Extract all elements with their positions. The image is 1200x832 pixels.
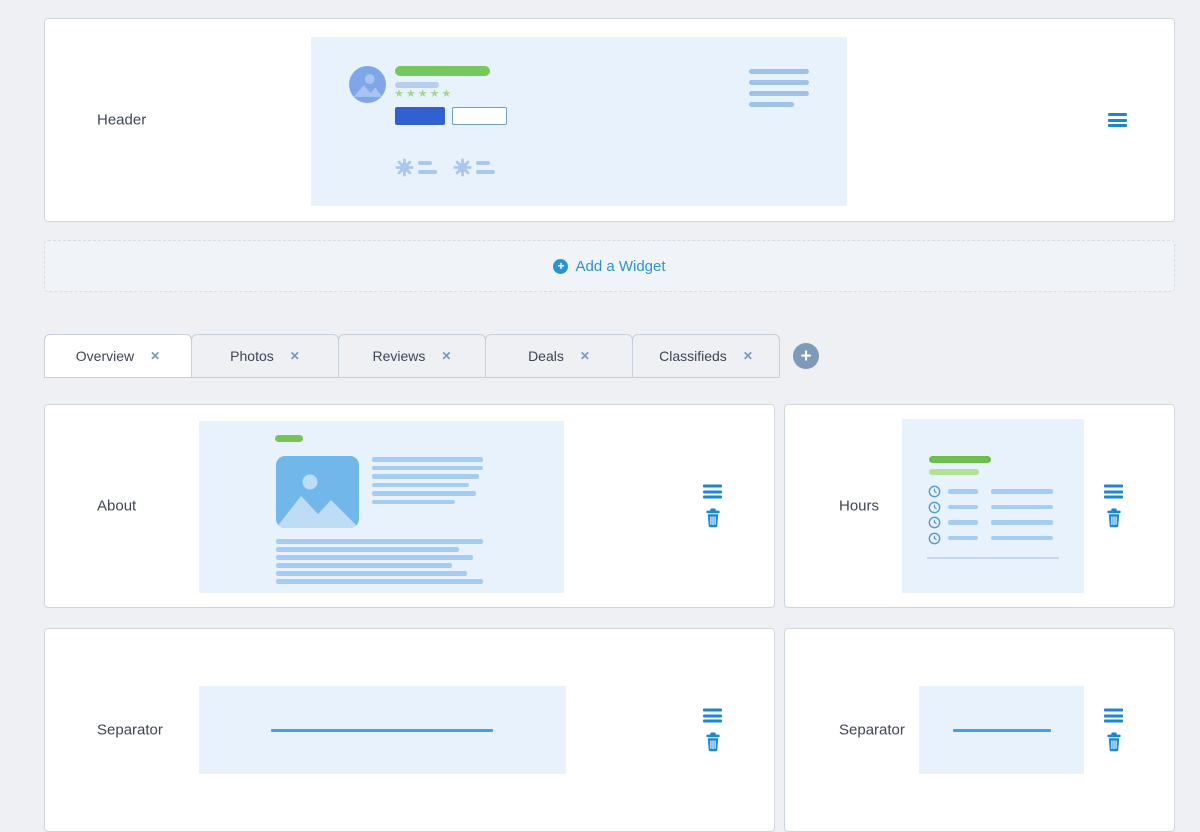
feature-item [395,158,437,177]
clock-icon [928,485,941,498]
tab-label: Reviews [373,348,426,364]
hours-row [928,516,1053,529]
close-icon[interactable]: ✕ [441,349,451,363]
image-placeholder-icon [276,456,359,528]
hours-widget-preview [902,419,1084,593]
hours-widget-card: Hours [784,404,1175,608]
tab-reviews[interactable]: Reviews ✕ [338,334,486,378]
card-actions [1108,113,1127,127]
header-widget-card: Header ★★★★★ [44,18,1175,222]
tab-label: Photos [230,348,274,364]
title-bar [929,456,991,463]
trash-icon[interactable] [1106,733,1122,752]
hamburger-icon[interactable] [1104,485,1123,499]
title-placeholder-bar [395,66,490,76]
plus-icon: + [800,347,811,366]
hamburger-icon[interactable] [703,709,722,723]
tab-overview[interactable]: Overview ✕ [44,334,192,378]
about-widget-card: About [44,404,775,608]
close-icon[interactable]: ✕ [580,349,590,363]
hours-row [928,532,1053,545]
tab-label: Overview [76,348,134,364]
separator-line [271,729,493,732]
add-widget-button[interactable]: + Add a Widget [44,240,1175,292]
feature-item [453,158,495,177]
close-icon[interactable]: ✕ [150,349,160,363]
tab-photos[interactable]: Photos ✕ [191,334,339,378]
tab-bar: Overview ✕ Photos ✕ Reviews ✕ Deals ✕ Cl… [44,334,819,378]
avatar [349,66,386,103]
close-icon[interactable]: ✕ [290,349,300,363]
add-widget-label: Add a Widget [575,258,665,275]
tab-label: Deals [528,348,564,364]
primary-button-placeholder [395,107,445,125]
text-lines-placeholder [749,69,809,107]
card-actions [1104,485,1123,528]
trash-icon[interactable] [1106,509,1122,528]
hamburger-icon[interactable] [1104,709,1123,723]
tab-classifieds[interactable]: Classifieds ✕ [632,334,780,378]
add-tab-button[interactable]: + [793,343,819,369]
hours-row [928,501,1053,514]
widget-label: Separator [839,722,905,739]
hours-rows [928,485,1053,547]
header-widget-preview: ★★★★★ [311,37,847,206]
hours-row [928,485,1053,498]
widget-builder-page: { "header_card": { "label": "Header" }, … [0,0,1200,787]
close-icon[interactable]: ✕ [743,349,753,363]
clock-icon [928,501,941,514]
separator-widget-card: Separator [44,628,775,832]
gear-icon [453,158,472,177]
widget-label: Hours [839,498,879,515]
card-actions [1104,709,1123,752]
widget-label: Separator [97,722,163,739]
text-lines-placeholder [372,457,483,504]
card-actions [703,485,722,528]
trash-icon[interactable] [705,509,721,528]
plus-circle-icon: + [553,259,568,274]
clock-icon [928,532,941,545]
card-actions [703,709,722,752]
separator-widget-preview [919,686,1084,774]
gear-icon [395,158,414,177]
paragraph-lines-placeholder [276,539,483,584]
about-widget-preview [199,421,564,593]
secondary-button-placeholder [452,107,507,125]
separator-widget-card: Separator [784,628,1175,832]
separator-widget-preview [199,686,566,774]
clock-icon [928,516,941,529]
divider-line [927,557,1059,559]
section-title-bar [275,435,303,442]
tab-deals[interactable]: Deals ✕ [485,334,633,378]
hamburger-icon[interactable] [703,485,722,499]
tab-label: Classifieds [659,348,727,364]
subtitle-bar [929,469,979,475]
widget-label: About [97,498,136,515]
star-rating-icon: ★★★★★ [394,87,453,100]
separator-line [953,729,1051,732]
widget-label: Header [97,112,146,129]
hamburger-icon[interactable] [1108,113,1127,127]
trash-icon[interactable] [705,733,721,752]
